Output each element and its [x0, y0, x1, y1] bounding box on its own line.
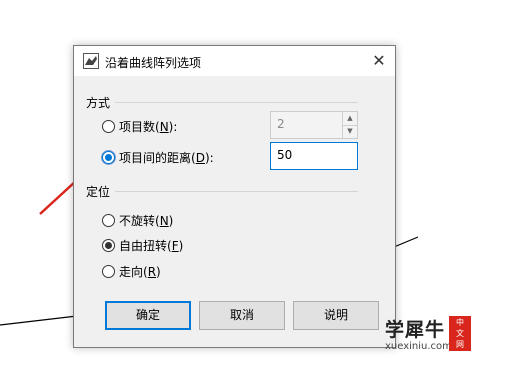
- watermark-url: xuexiniu.com: [385, 341, 452, 352]
- no-rotation-label: 不旋转(N): [119, 214, 174, 228]
- item-count-label: 项目数(N):: [119, 120, 178, 134]
- radio-button-distance[interactable]: [102, 151, 115, 164]
- close-icon[interactable]: ✕: [369, 51, 389, 71]
- stepper-up-icon[interactable]: ▲: [343, 112, 357, 126]
- radio-item-distance[interactable]: 项目间的距离(D):: [102, 149, 214, 166]
- curve-line-left: [0, 315, 78, 326]
- watermark-badge: 中 文 网: [449, 316, 471, 351]
- radio-button-freeform[interactable]: [102, 239, 115, 252]
- badge-char: 网: [456, 340, 464, 349]
- badge-char: 文: [456, 329, 464, 338]
- radio-button-count[interactable]: [102, 120, 115, 133]
- orientation-group-divider: [115, 191, 358, 192]
- dialog-title: 沿着曲线阵列选项: [105, 56, 202, 70]
- stepper-down-icon[interactable]: ▼: [343, 125, 357, 138]
- road-like-label: 走向(R): [119, 265, 161, 279]
- rhino-app-icon: [83, 53, 99, 69]
- watermark-title: 学犀牛: [385, 319, 446, 341]
- item-distance-input[interactable]: 50: [270, 142, 358, 170]
- badge-char: 中: [456, 318, 464, 327]
- radio-item-freeform[interactable]: 自由扭转(F): [102, 237, 183, 254]
- help-button[interactable]: 说明: [293, 301, 379, 330]
- curve-line-right: [393, 236, 419, 248]
- method-group-title: 方式: [86, 96, 111, 110]
- radio-item-count[interactable]: 项目数(N):: [102, 118, 177, 135]
- item-distance-label: 项目间的距离(D):: [119, 151, 214, 165]
- radio-button-road-like[interactable]: [102, 265, 115, 278]
- radio-item-no-rotation[interactable]: 不旋转(N): [102, 212, 173, 229]
- radio-button-no-rotation[interactable]: [102, 214, 115, 227]
- freeform-label: 自由扭转(F): [119, 239, 184, 253]
- cancel-button[interactable]: 取消: [199, 301, 285, 330]
- orientation-group-title: 定位: [86, 185, 111, 199]
- stepper-buttons: ▲ ▼: [342, 112, 357, 138]
- item-count-stepper[interactable]: 2 ▲ ▼: [270, 111, 358, 139]
- site-watermark: 学犀牛 xuexiniu.com 中 文 网: [383, 315, 510, 371]
- item-distance-value: 50: [277, 148, 293, 162]
- array-along-curve-dialog: 沿着曲线阵列选项 ✕ 方式 项目数(N): 2 ▲ ▼ 项目间的距离(D): 5…: [73, 45, 396, 348]
- title-bar[interactable]: 沿着曲线阵列选项 ✕: [74, 46, 395, 76]
- ok-button[interactable]: 确定: [105, 301, 191, 330]
- item-count-value: 2: [277, 117, 285, 131]
- radio-item-road-like[interactable]: 走向(R): [102, 263, 161, 280]
- method-group-divider: [115, 102, 358, 103]
